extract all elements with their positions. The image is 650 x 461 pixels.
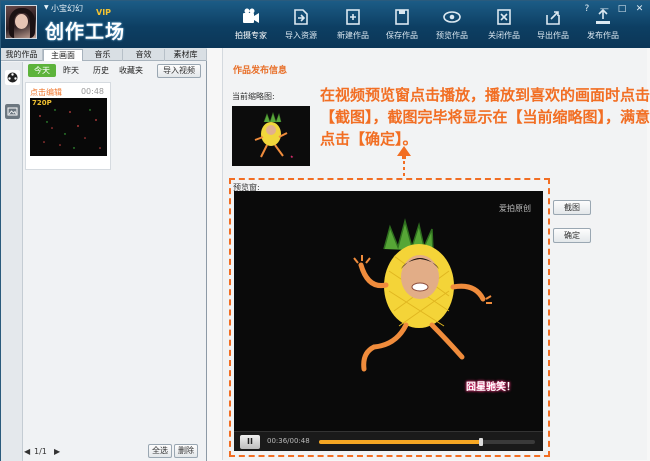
tab-sound-effects[interactable]: 音效 — [123, 49, 165, 61]
pineapple-character-art — [353, 218, 492, 372]
tab-main-screen[interactable]: 主画面 — [43, 49, 83, 61]
image-icon[interactable] — [5, 104, 20, 119]
player-controls: II 00:36/00:48 — [234, 431, 543, 451]
filter-today[interactable]: 今天 — [28, 64, 56, 77]
pineapple-thumbnail-art: ★ — [232, 106, 310, 166]
app-window: ▼ 小宝幻幻 VIP 创作工场 拍摄专家 导入资源 新建作品 保存作品 预览作品… — [0, 0, 650, 461]
video-card-title[interactable]: 点击编辑 — [30, 87, 62, 98]
resolution-badge: 720P — [32, 99, 52, 107]
date-filter-bar: 今天 昨天 历史 收藏夹 导入视频 — [24, 63, 207, 79]
next-page-icon[interactable]: ▶ — [54, 447, 60, 456]
help-button[interactable]: ? — [581, 4, 592, 15]
current-thumb-label: 当前缩略图: — [232, 92, 275, 101]
progress-bar[interactable] — [319, 438, 535, 446]
toolbar: ▼ 小宝幻幻 VIP 创作工场 拍摄专家 导入资源 新建作品 保存作品 预览作品… — [1, 1, 650, 48]
eye-icon — [443, 11, 461, 23]
publish-panel: 作品发布信息 当前缩略图: ★ 在视频预览窗点击播放，播放到喜欢的画面时点击【截… — [207, 48, 650, 461]
avatar[interactable] — [5, 5, 37, 39]
screenshot-button[interactable]: 截图 — [553, 200, 591, 215]
playback-time: 00:36/00:48 — [267, 437, 310, 445]
save-icon — [395, 9, 409, 25]
film-reel-icon[interactable] — [5, 70, 20, 85]
media-tabs: 我的作品 主画面 音乐 音效 素材库 — [1, 48, 207, 61]
video-card-duration: 00:48 — [80, 87, 104, 96]
svg-text:★: ★ — [290, 154, 294, 159]
delete-button[interactable]: 删除 — [174, 444, 198, 458]
tool-preview-work[interactable]: 预览作品 — [427, 6, 477, 46]
video-caption: 囧星驰笑！ — [466, 382, 516, 393]
brand-logo: 创作工场 — [45, 21, 126, 43]
tool-save-work[interactable]: 保存作品 — [377, 6, 427, 46]
export-icon — [546, 11, 560, 25]
filter-favorites[interactable]: 收藏夹 — [119, 65, 143, 76]
play-pause-button[interactable]: II — [240, 435, 260, 449]
select-all-button[interactable]: 全选 — [148, 444, 172, 458]
account-dropdown-icon[interactable]: ▼ — [44, 4, 49, 11]
video-thumbnail[interactable]: 720P — [30, 98, 107, 156]
progress-fill — [319, 440, 481, 444]
vip-badge: VIP — [96, 8, 112, 17]
tool-export-work[interactable]: 导出作品 — [528, 6, 578, 46]
filter-yesterday[interactable]: 昨天 — [63, 65, 79, 76]
video-preview-player[interactable]: 爱拍原创 囧星驰笑！ II 00:36/00:48 — [234, 191, 543, 451]
maximize-button[interactable]: □ — [616, 4, 627, 15]
window-controls: ? — □ ✕ — [577, 4, 645, 16]
tool-import-resource[interactable]: 导入资源 — [276, 6, 326, 46]
tab-music[interactable]: 音乐 — [83, 49, 123, 61]
video-card[interactable]: 点击编辑 00:48 720P — [25, 82, 111, 170]
filter-history[interactable]: 历史 — [93, 65, 109, 76]
import-icon — [294, 9, 308, 25]
publish-panel-inner: 作品发布信息 当前缩略图: ★ 在视频预览窗点击播放，播放到喜欢的画面时点击【截… — [222, 48, 650, 460]
progress-knob[interactable] — [479, 438, 483, 446]
annotation-arrow-icon — [397, 146, 411, 178]
minimize-button[interactable]: — — [599, 4, 610, 15]
import-video-button[interactable]: 导入视频 — [157, 64, 201, 78]
current-thumbnail: ★ — [232, 106, 310, 166]
instruction-annotation: 在视频预览窗点击播放，播放到喜欢的画面时点击【截图】，截图完毕将显示在【当前缩略… — [320, 86, 650, 148]
close-doc-icon — [497, 9, 511, 25]
tool-close-work[interactable]: 关闭作品 — [479, 6, 529, 46]
side-strip — [1, 62, 23, 461]
camera-icon — [243, 8, 259, 23]
username: 小宝幻幻 — [51, 4, 83, 13]
tool-new-work[interactable]: 新建作品 — [328, 6, 378, 46]
prev-page-icon[interactable]: ◀ — [24, 447, 30, 456]
media-panel: 我的作品 主画面 音乐 音效 素材库 今天 昨天 历史 收藏夹 导入视频 点击编… — [1, 48, 207, 461]
new-icon — [346, 9, 360, 25]
left-footer: ◀ 1/1 ▶ 全选 删除 — [24, 442, 207, 461]
page-indicator: 1/1 — [34, 447, 47, 456]
tab-my-works[interactable]: 我的作品 — [1, 49, 43, 61]
tab-material-library[interactable]: 素材库 — [165, 49, 207, 61]
section-title: 作品发布信息 — [233, 66, 288, 76]
confirm-button[interactable]: 确定 — [553, 228, 591, 243]
close-button[interactable]: ✕ — [634, 4, 645, 15]
tool-shooting-expert[interactable]: 拍摄专家 — [226, 6, 276, 46]
